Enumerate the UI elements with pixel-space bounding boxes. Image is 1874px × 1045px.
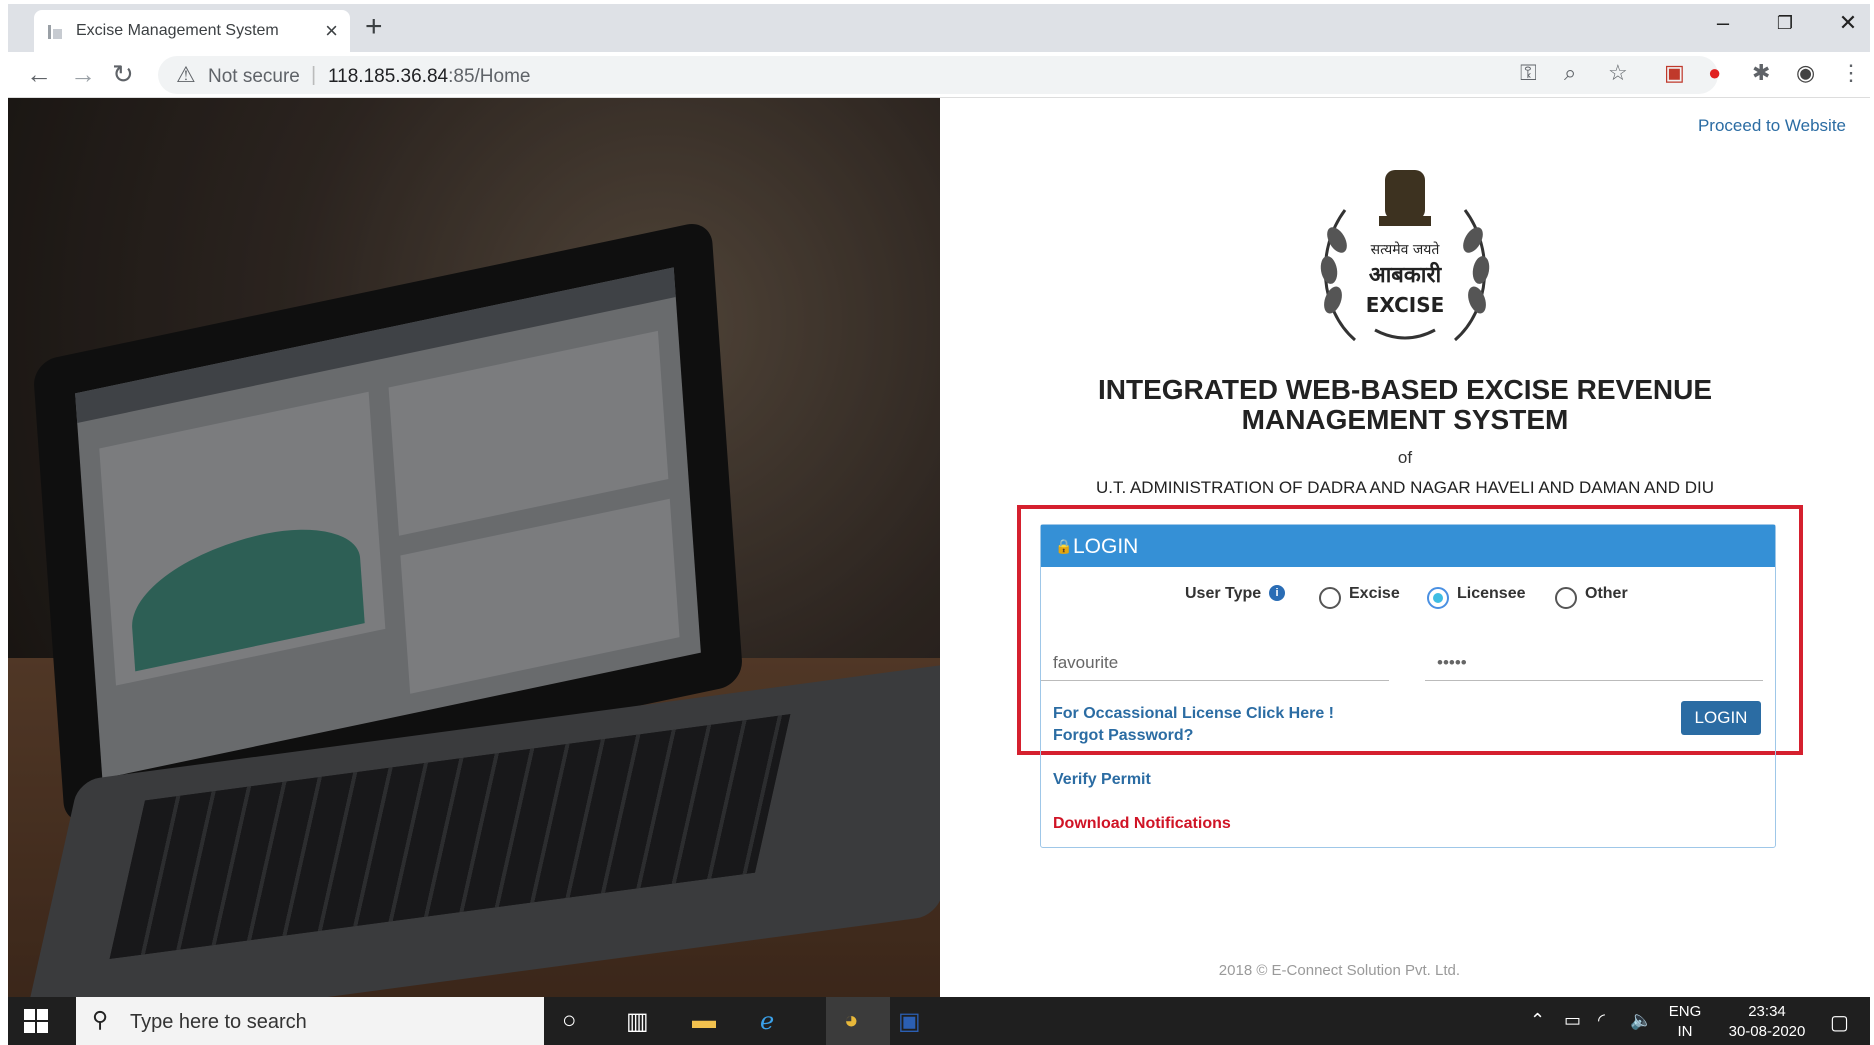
tab-close-icon[interactable]: ×: [325, 18, 338, 44]
info-icon[interactable]: i: [1269, 585, 1285, 601]
taskbar-search-box[interactable]: ⚲ Type here to search: [76, 997, 544, 1045]
occasional-license-link[interactable]: For Occassional License Click Here !: [1053, 705, 1334, 723]
lock-icon: 🔒: [1055, 538, 1073, 554]
radio-licensee-label[interactable]: Licensee: [1457, 585, 1525, 603]
user-type-label: User Type: [1185, 585, 1262, 602]
login-title: LOGIN: [1073, 535, 1139, 558]
page-title-line1: INTEGRATED WEB-BASED EXCISE REVENUE: [1098, 374, 1712, 405]
page-favicon-icon: [48, 25, 62, 39]
chrome-icon[interactable]: ◕: [844, 1007, 859, 1035]
username-input[interactable]: favourite: [1041, 647, 1389, 681]
not-secure-label: Not secure: [208, 66, 300, 87]
close-window-icon[interactable]: ✕: [1828, 10, 1868, 36]
url-separator: |: [311, 64, 317, 86]
tab-title: Excise Management System: [76, 22, 279, 39]
file-explorer-icon[interactable]: ▬: [692, 1007, 716, 1035]
password-input[interactable]: •••••: [1425, 647, 1763, 681]
excise-emblem: सत्यमेव जयते आबकारी EXCISE: [1320, 170, 1490, 342]
organization-name: U.T. ADMINISTRATION OF DADRA AND NAGAR H…: [1095, 478, 1715, 497]
svg-text:आबकारी: आबकारी: [1369, 261, 1443, 288]
copyright-footer: 2018 © E-Connect Solution Pvt. Ltd.: [1218, 962, 1460, 979]
key-icon[interactable]: ⚿: [1520, 60, 1537, 86]
opera-extension-icon[interactable]: ●: [1708, 60, 1721, 86]
edge-browser-icon[interactable]: ℯ: [760, 1007, 774, 1036]
tab-bar: Excise Management System × + – ❐ ✕: [8, 4, 1870, 52]
login-form: 🔒 LOGIN User Type i Excise Licensee Othe…: [1040, 524, 1776, 848]
task-view-icon[interactable]: ▥: [626, 1007, 649, 1036]
notifications-icon[interactable]: ▢: [1830, 1010, 1849, 1035]
back-icon[interactable]: ←: [26, 59, 52, 90]
hero-laptop-image: [8, 98, 940, 997]
tray-chevron-icon[interactable]: ⌃: [1530, 1010, 1545, 1031]
svg-text:सत्यमेव जयते: सत्यमेव जयते: [1371, 241, 1441, 258]
proceed-to-website-link[interactable]: Proceed to Website: [1698, 116, 1846, 136]
forgot-password-link[interactable]: Forgot Password?: [1053, 727, 1193, 745]
word-icon[interactable]: ▣: [898, 1007, 921, 1036]
minimize-icon[interactable]: –: [1703, 10, 1743, 36]
radio-excise-label[interactable]: Excise: [1349, 585, 1400, 603]
page-title-line2: MANAGEMENT SYSTEM: [1241, 404, 1569, 435]
login-header: 🔒 LOGIN: [1041, 525, 1775, 567]
language-label[interactable]: ENG: [1662, 1003, 1708, 1020]
verify-permit-link[interactable]: Verify Permit: [1053, 771, 1151, 789]
browser-toolbar: ← → ↻ ⚠ Not secure | 118.185.36.84:85/Ho…: [8, 52, 1870, 98]
pdf-extension-icon[interactable]: ▣: [1664, 60, 1685, 86]
battery-icon[interactable]: ▭: [1564, 1010, 1581, 1031]
svg-text:EXCISE: EXCISE: [1366, 293, 1445, 317]
address-bar[interactable]: ⚠ Not secure | 118.185.36.84:85/Home: [158, 56, 1718, 94]
warning-icon: ⚠: [176, 62, 196, 87]
forward-icon[interactable]: →: [70, 59, 96, 90]
new-tab-icon[interactable]: +: [365, 10, 383, 44]
login-panel: Proceed to Website सत्यमेव जयते आबकारी E…: [940, 98, 1870, 997]
language-region[interactable]: IN: [1662, 1023, 1708, 1040]
clock-time[interactable]: 23:34: [1714, 1003, 1820, 1020]
radio-other-label[interactable]: Other: [1585, 585, 1628, 603]
windows-start-icon[interactable]: [24, 1009, 48, 1033]
zoom-icon[interactable]: ⌕: [1564, 60, 1576, 86]
windows-taskbar: ⚲ Type here to search ○ ▥ ▬ ℯ ◕ ▣ ⌃ ▭ ◜ …: [8, 997, 1870, 1045]
bookmark-star-icon[interactable]: ☆: [1608, 60, 1628, 86]
wifi-icon[interactable]: ◜: [1598, 1010, 1605, 1031]
browser-window: Excise Management System × + – ❐ ✕ ← → ↻…: [0, 0, 1874, 1045]
profile-icon[interactable]: ◉: [1796, 60, 1815, 86]
radio-excise[interactable]: [1319, 587, 1341, 609]
extensions-puzzle-icon[interactable]: ✱: [1752, 60, 1770, 86]
search-icon: ⚲: [92, 1007, 109, 1032]
url-text: 118.185.36.84:85/Home: [328, 66, 531, 87]
cortana-icon[interactable]: ○: [562, 1007, 577, 1035]
radio-licensee[interactable]: [1427, 587, 1449, 609]
download-notifications-link[interactable]: Download Notifications: [1053, 815, 1231, 833]
of-text: of: [1397, 448, 1413, 467]
restore-icon[interactable]: ❐: [1765, 13, 1805, 34]
clock-date[interactable]: 30-08-2020: [1714, 1023, 1820, 1040]
tab-excise[interactable]: Excise Management System ×: [34, 10, 350, 52]
volume-icon[interactable]: 🔈: [1630, 1010, 1652, 1031]
login-button[interactable]: LOGIN: [1681, 701, 1761, 735]
menu-kebab-icon[interactable]: ⋮: [1840, 60, 1862, 86]
reload-icon[interactable]: ↻: [112, 59, 134, 90]
taskbar-search-placeholder: Type here to search: [130, 1011, 307, 1033]
radio-other[interactable]: [1555, 587, 1577, 609]
